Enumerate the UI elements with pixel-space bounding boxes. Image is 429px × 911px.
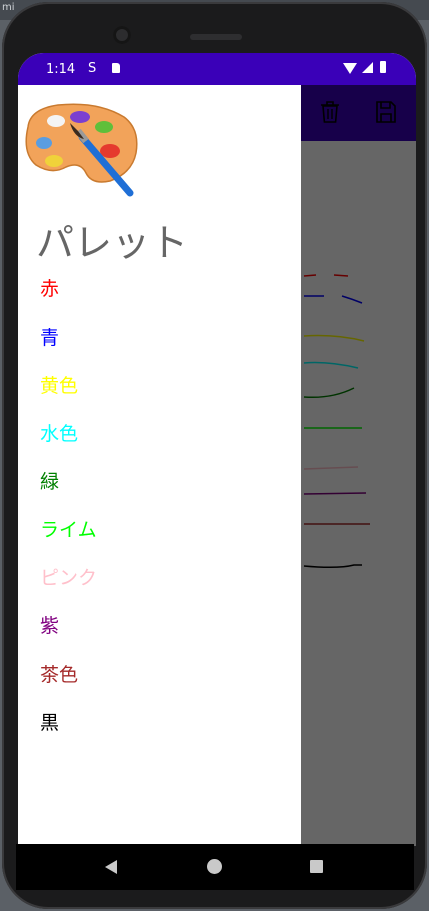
drawer-title: パレット	[36, 221, 189, 265]
home-icon[interactable]	[207, 859, 222, 874]
camera-icon	[113, 26, 131, 44]
color-menu-item[interactable]: 黄色	[40, 374, 78, 398]
color-menu-item[interactable]: 紫	[40, 614, 59, 638]
color-menu-item[interactable]: 緑	[40, 470, 59, 494]
sd-card-icon	[112, 63, 120, 73]
color-menu-item[interactable]: ライム	[40, 518, 97, 542]
signal-icon	[362, 62, 373, 73]
color-menu-item[interactable]: 黒	[40, 711, 59, 735]
navigation-drawer: パレット 赤青黄色水色緑ライムピンク紫茶色黒	[18, 85, 301, 846]
color-menu-item[interactable]: 青	[40, 326, 59, 350]
color-menu-item[interactable]: 水色	[40, 422, 78, 446]
palette-icon	[25, 103, 138, 197]
device-frame: 1:14 S パレット 赤 青 黄色 水色 緑 ライム ピンク 紫 茶色 黒	[2, 2, 427, 909]
color-menu-item[interactable]: 赤	[40, 277, 59, 301]
battery-icon	[380, 61, 386, 73]
color-menu-item[interactable]: 茶色	[40, 663, 78, 687]
status-time: 1:14	[46, 62, 76, 77]
device-screen: 1:14 S パレット 赤 青 黄色 水色 緑 ライム ピンク 紫 茶色 黒	[18, 53, 416, 846]
sync-icon: S	[88, 61, 97, 76]
color-menu-item[interactable]: ピンク	[40, 566, 97, 590]
system-nav-bar	[16, 844, 414, 890]
ide-label: mi	[2, 2, 15, 13]
back-icon[interactable]	[105, 860, 117, 874]
wifi-icon	[343, 63, 357, 74]
status-bar: 1:14 S	[18, 53, 416, 85]
speaker-grille	[190, 34, 242, 40]
recents-icon[interactable]	[310, 860, 323, 873]
